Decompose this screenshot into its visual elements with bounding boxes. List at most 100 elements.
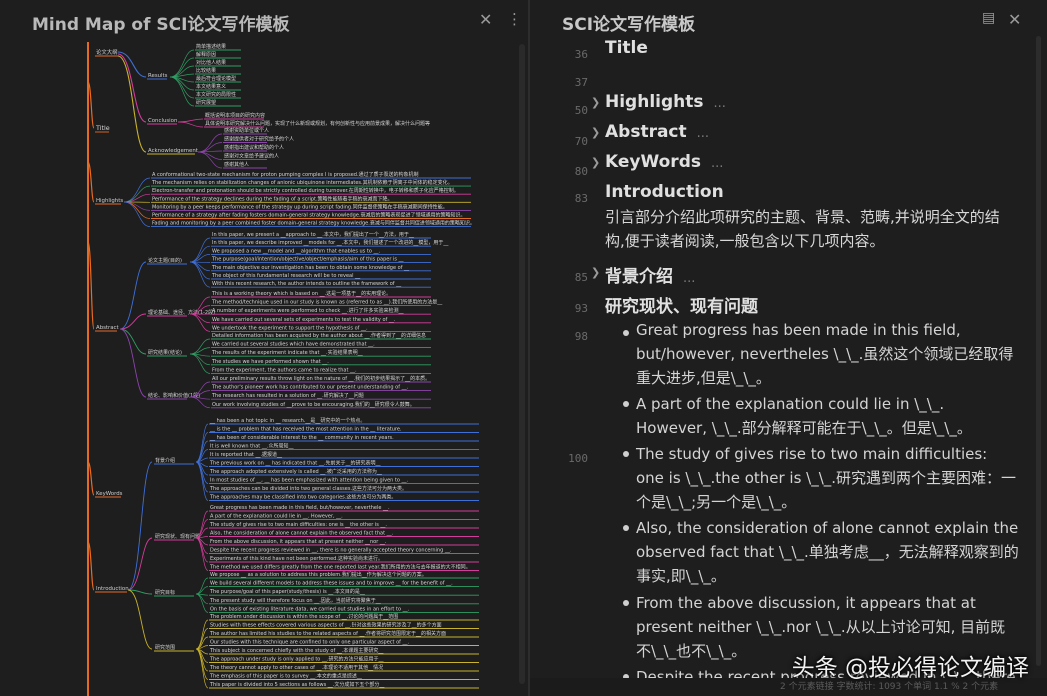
list-item[interactable]: A part of the explanation could lie in \…	[636, 392, 1019, 440]
map-leaf-node[interactable]: The approaches can be divided into two g…	[209, 485, 407, 492]
map-leaf-node[interactable]: Experiments of this kind have not been p…	[210, 555, 383, 562]
introduction-paragraph[interactable]: 引言部分介绍此项研究的主题、背景、范畴,并说明全文的结构,便于读者阅读,一般包含…	[605, 205, 1019, 253]
map-leaf-node[interactable]: 最后符合理论模型	[196, 75, 236, 82]
map-leaf-node[interactable]: We have carried out several sets of expe…	[212, 317, 396, 323]
map-leaf-node[interactable]: It is reported that __.据报道__	[210, 451, 283, 458]
map-leaf-node[interactable]: All our preliminary results throw light …	[212, 375, 430, 382]
expand-chevron-icon[interactable]: ❯	[591, 156, 600, 169]
map-leaf-node[interactable]: The author has limited his studies to th…	[209, 630, 446, 637]
list-item[interactable]: The study of gives rise to two main diff…	[636, 442, 1019, 514]
list-item[interactable]: Great progress has been made in this fie…	[636, 318, 1019, 390]
heading-abstract[interactable]: Abstract...	[605, 122, 709, 142]
map-leaf-node[interactable]: In this paper, we present a __approach t…	[212, 231, 414, 238]
map-leaf-node[interactable]: The mechanism relies on stabilization ch…	[151, 179, 453, 186]
map-leaf-node[interactable]: The approach adopted extensively is call…	[209, 468, 382, 475]
map-leaf-node[interactable]: A number of experiments were performed t…	[212, 307, 404, 314]
map-leaf-node[interactable]: We undertook the experiment to support t…	[212, 325, 368, 331]
map-leaf-node[interactable]: On the basis of existing literature data…	[210, 606, 410, 612]
map-leaf-node[interactable]: This is a working theory which is based …	[211, 290, 391, 297]
map-leaf-node[interactable]: 感谢资助单位或个人	[224, 127, 269, 134]
map-leaf-node[interactable]: The research has resulted in a solution …	[211, 392, 364, 399]
map-leaf-node[interactable]: The study of gives rise to two main diff…	[209, 522, 387, 528]
map-leaf-node[interactable]: A part of the explanation could lie in _…	[210, 514, 343, 520]
heading-highlights[interactable]: Highlights...	[605, 92, 726, 112]
map-leaf-node[interactable]: The present study will therefore focus o…	[209, 597, 381, 604]
map-leaf-node[interactable]: A conformational two-state mechanism for…	[152, 171, 419, 178]
map-leaf-node[interactable]: The author's pioneer work has contribute…	[211, 385, 409, 391]
map-leaf-node[interactable]: The approach under study is only applied…	[209, 656, 384, 663]
map-leaf-node[interactable]: 对比他人结果	[196, 59, 226, 66]
map-leaf-node[interactable]: 感谢提供者对于研究给予的个人	[224, 136, 294, 143]
map-leaf-node[interactable]: The studies we have performed shown that…	[211, 359, 329, 365]
map-leaf-node[interactable]: __ has been a hot topic in __ research._…	[209, 417, 365, 424]
map-leaf-node[interactable]: The emphasis of this paper is to survey …	[209, 673, 362, 680]
map-leaf-node[interactable]: 感谢指出建议和帮助的个人	[224, 144, 284, 151]
map-leaf-node[interactable]: From the experiment, the authors came to…	[212, 367, 357, 373]
heading-introduction[interactable]: Introduction	[605, 182, 724, 202]
map-leaf-node[interactable]: __ has been of considerable interest to …	[209, 435, 394, 441]
heading-title[interactable]: Title	[605, 38, 648, 58]
map-leaf-node[interactable]: In this paper, we describe improved __mo…	[212, 239, 449, 246]
list-item[interactable]: Also, the consideration of alone cannot …	[636, 516, 1019, 588]
map-node-conclusion[interactable]: Conclusion	[148, 118, 177, 124]
editor-scrollbar[interactable]	[1036, 36, 1041, 666]
map-leaf-node[interactable]: 概括说明本项目的研究内容	[205, 112, 265, 119]
heading-keywords[interactable]: KeyWords...	[605, 152, 723, 172]
map-leaf-node[interactable]: It is well known that __.众所周知__	[210, 443, 294, 450]
map-node-keywords[interactable]: KeyWords	[96, 491, 123, 497]
map-leaf-node[interactable]: This paper is divided into 5 sections as…	[209, 681, 385, 688]
map-leaf-node[interactable]: 研究展望	[196, 99, 216, 106]
map-leaf-node[interactable]: In most studies of __, __ has been empha…	[210, 478, 409, 484]
map-leaf-node[interactable]: The purpose(goal/intention/objective/obj…	[211, 257, 404, 263]
map-node-abstract-group[interactable]: 结论、影响和价值(1段)	[148, 392, 200, 399]
map-leaf-node[interactable]: We carried out several studies which hav…	[212, 342, 375, 348]
map-node-outline[interactable]: 论文大纲	[96, 48, 118, 56]
map-node-abstract-group[interactable]: 理论基础、途径、方法(1-2段)	[148, 309, 215, 316]
map-leaf-node[interactable]: 本文结果意义	[196, 83, 226, 90]
map-leaf-node[interactable]: 感谢其他人	[224, 161, 249, 168]
mind-map-canvas[interactable]: 论文大纲 Results 简单描述结果解释原因对比他人结果比较结果最后符合理论模型本…	[0, 42, 528, 696]
mindmap-scrollbar[interactable]	[519, 44, 525, 684]
more-vertical-icon[interactable]: ⋮	[507, 10, 522, 28]
map-node-introduction-group[interactable]: 研究现状、现有问题	[155, 533, 200, 540]
map-leaf-node[interactable]: 简单描述结果	[196, 43, 226, 50]
map-node-introduction[interactable]: Introduction	[96, 586, 129, 592]
map-leaf-node[interactable]: The method we used differs greatly from …	[209, 564, 471, 571]
map-leaf-node[interactable]: Our work involving studies of __prove to…	[212, 401, 415, 408]
map-leaf-node[interactable]: The previous work on __ has indicated th…	[209, 460, 381, 467]
map-leaf-node[interactable]: Fading and monitoring by a peer combined…	[152, 220, 475, 227]
map-node-acknowledgement[interactable]: Acknowledgement	[148, 148, 198, 154]
map-leaf-node[interactable]: 本文研究的局限性	[196, 91, 236, 98]
map-leaf-node[interactable]: The theory cannot apply to other cases o…	[209, 664, 383, 671]
map-leaf-node[interactable]: Electron-transfer and protonation should…	[152, 187, 459, 194]
heading-research-status[interactable]: 研究现状、现有问题	[605, 292, 758, 317]
map-leaf-node[interactable]: Despite the recent progress reviewed in …	[210, 548, 452, 554]
map-node-introduction-group[interactable]: 研究目标	[155, 589, 175, 596]
expand-chevron-icon[interactable]: ❯	[591, 96, 600, 109]
map-leaf-node[interactable]: The problem under discussion is within t…	[209, 613, 398, 620]
map-leaf-node[interactable]: Studies with these effects covered vario…	[210, 622, 442, 629]
map-leaf-node[interactable]: Also, the consideration of alone cannot …	[210, 531, 394, 537]
map-leaf-node[interactable]: 感谢对文章给予建议的人	[224, 153, 279, 160]
map-leaf-node[interactable]: From the above discussion, it appears th…	[210, 539, 387, 545]
outline-icon[interactable]: ▤	[982, 10, 995, 26]
expand-chevron-icon[interactable]: ❯	[591, 266, 600, 279]
map-leaf-node[interactable]: 解释原因	[196, 51, 216, 58]
map-leaf-node[interactable]: The main objective our investigation has…	[211, 265, 410, 271]
map-node-abstract[interactable]: Abstract	[96, 325, 119, 331]
map-leaf-node[interactable]: 具体说明本研究解决什么问题，实现了什么新现或规划，有何创新性与应用前景成果，解决…	[205, 120, 430, 127]
map-node-introduction-group[interactable]: 背景介绍	[155, 457, 175, 464]
map-leaf-node[interactable]: Monitoring by a peer keeps performance o…	[152, 203, 448, 210]
map-leaf-node[interactable]: We build several different models to add…	[210, 581, 453, 587]
map-leaf-node[interactable]: Performance of a strategy after fading f…	[152, 212, 466, 219]
map-node-abstract-group[interactable]: 研究结果(结论)	[148, 349, 182, 356]
map-node-results[interactable]: Results	[148, 73, 168, 79]
map-node-introduction-group[interactable]: 研究范围	[155, 644, 175, 651]
expand-chevron-icon[interactable]: ❯	[591, 126, 600, 139]
map-leaf-node[interactable]: Our studies with this technique are conf…	[210, 640, 410, 646]
map-leaf-node[interactable]: Detailed information has been acquired b…	[212, 332, 426, 339]
map-leaf-node[interactable]: The method/technique used in our study i…	[211, 299, 443, 306]
map-leaf-node[interactable]: This subject is concerned chiefly with t…	[209, 647, 384, 654]
map-leaf-node[interactable]: __ is the __ problem that has received t…	[209, 427, 402, 433]
map-node-highlights[interactable]: Highlights	[96, 198, 123, 204]
